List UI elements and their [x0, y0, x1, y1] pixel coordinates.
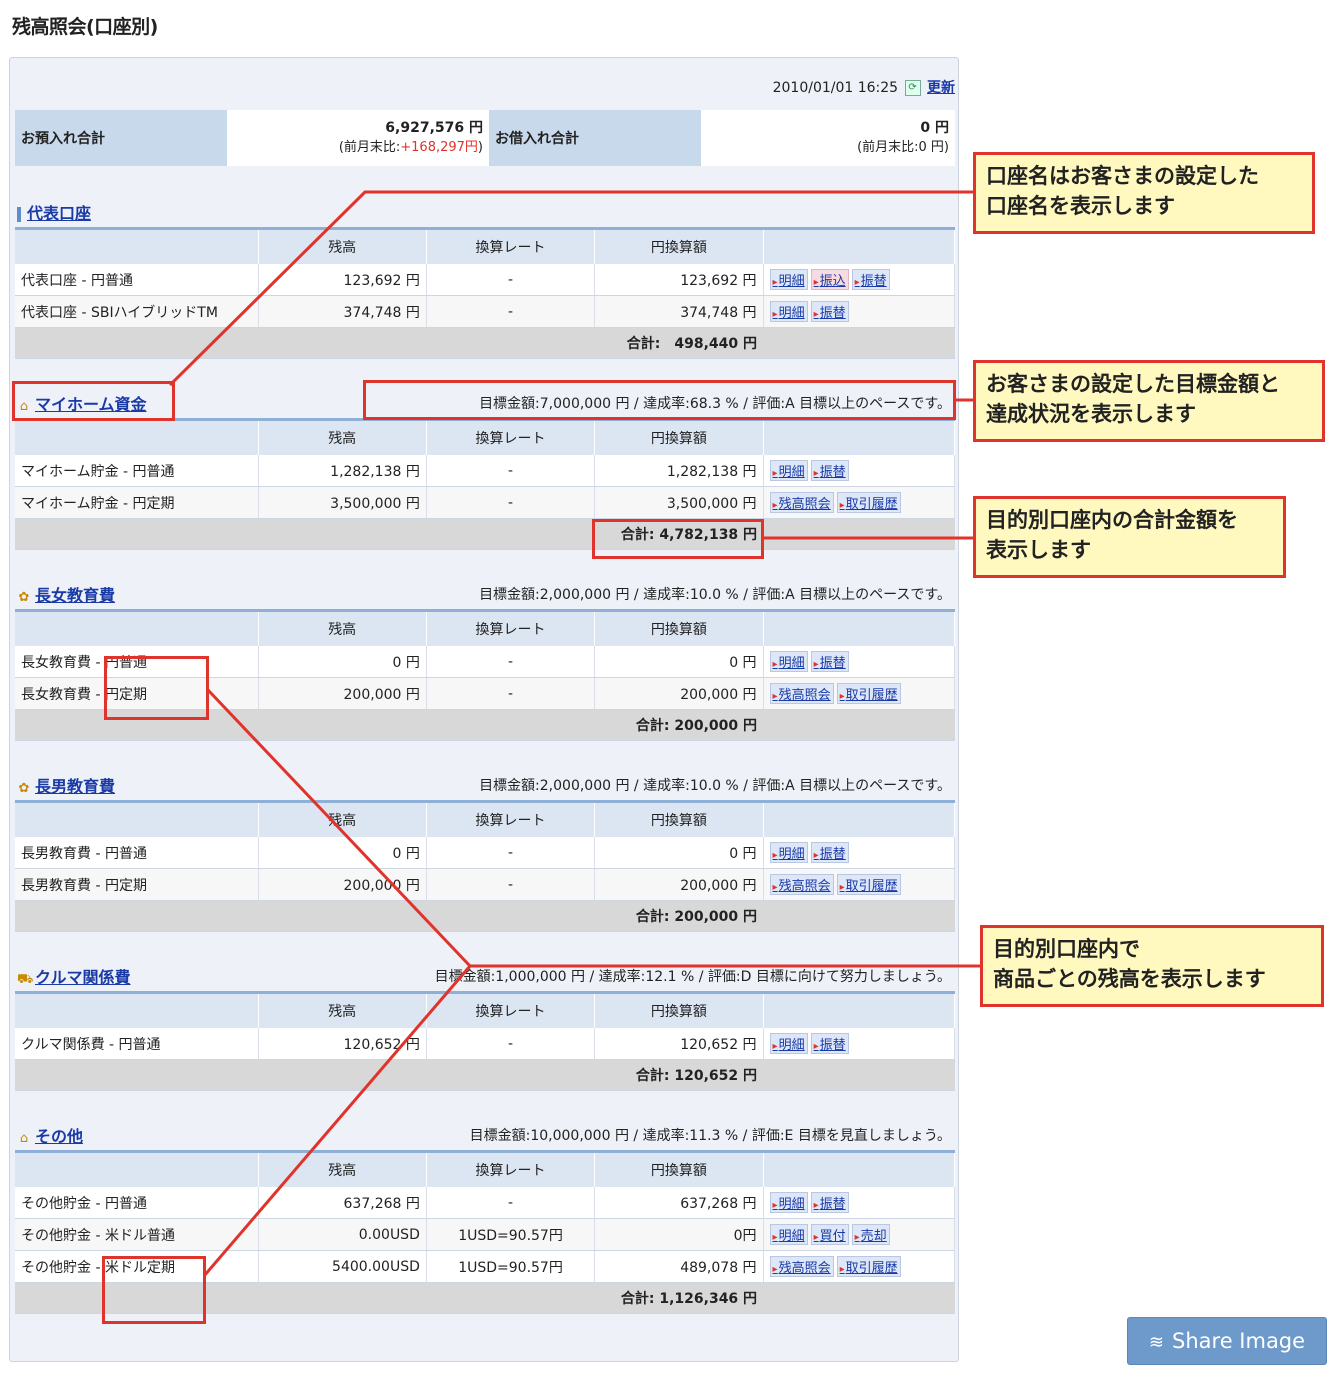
callout-account-name: 口座名はお客さまの設定した 口座名を表示します [973, 152, 1315, 234]
share-image-button[interactable]: ≋ Share Image [1127, 1317, 1327, 1365]
highlight-goal [363, 380, 956, 420]
share-image-label: Share Image [1172, 1329, 1306, 1353]
callout-total-text: 目的別口座内の合計金額を 表示します [986, 508, 1238, 562]
highlight-account-name [12, 381, 175, 421]
callout-goal: お客さまの設定した目標金額と 達成状況を表示します [973, 360, 1325, 442]
highlight-product-usd [102, 1256, 206, 1324]
leader-line-products [206, 688, 980, 968]
callout-account-name-text: 口座名はお客さまの設定した 口座名を表示します [986, 164, 1259, 218]
leader-line-account-name [168, 190, 975, 387]
highlight-total [592, 519, 764, 559]
layers-icon: ≋ [1148, 1332, 1165, 1353]
highlight-product-yen [104, 656, 209, 720]
callout-products: 目的別口座内で 商品ごとの残高を表示します [980, 925, 1324, 1007]
callout-products-text: 目的別口座内で 商品ごとの残高を表示します [993, 937, 1266, 991]
callout-goal-text: お客さまの設定した目標金額と 達成状況を表示します [986, 372, 1280, 426]
callout-total: 目的別口座内の合計金額を 表示します [973, 496, 1286, 578]
leader-line-products-2 [202, 965, 472, 1277]
